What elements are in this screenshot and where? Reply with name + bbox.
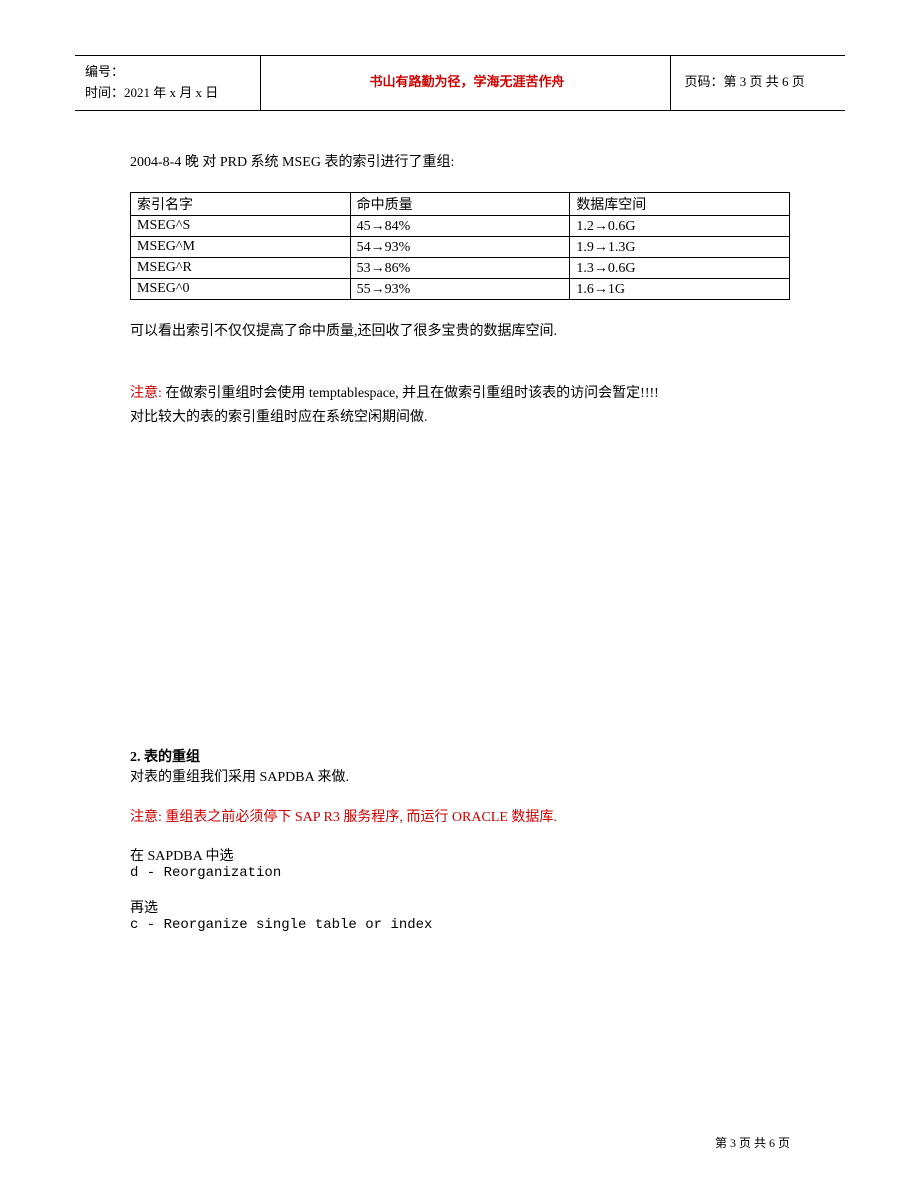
arrow-icon: →: [594, 238, 608, 254]
cell-hit: 54→93%: [350, 237, 570, 258]
section2-line1: 对表的重组我们采用 SAPDBA 来做.: [130, 766, 790, 790]
step1-intro: 在 SAPDBA 中选: [130, 845, 790, 865]
col-header-name: 索引名字: [131, 193, 351, 216]
header-time-label: 时间：2021 年 x 月 x 日: [85, 85, 218, 100]
step2-command: c - Reorganize single table or index: [130, 917, 790, 933]
section2-heading: 2. 表的重组: [130, 746, 790, 766]
header-id-label: 编号：: [85, 64, 124, 79]
cell-hit: 55→93%: [350, 279, 570, 300]
col-header-hit: 命中质量: [350, 193, 570, 216]
index-reorg-table: 索引名字 命中质量 数据库空间 MSEG^S 45→84% 1.2→0.6G M…: [130, 192, 790, 300]
arrow-icon: →: [371, 280, 385, 296]
table-header-row: 索引名字 命中质量 数据库空间: [131, 193, 790, 216]
arrow-icon: →: [371, 238, 385, 254]
arrow-icon: →: [371, 259, 385, 275]
arrow-icon: →: [594, 280, 608, 296]
header-left-cell: 编号： 时间：2021 年 x 月 x 日: [75, 56, 260, 111]
table-row: MSEG^M 54→93% 1.9→1.3G: [131, 237, 790, 258]
note-label: 注意:: [130, 386, 162, 401]
cell-name: MSEG^0: [131, 279, 351, 300]
cell-space: 1.6→1G: [570, 279, 790, 300]
note-label: 注意:: [130, 810, 162, 825]
header-title: 书山有路勤为径，学海无涯苦作舟: [260, 56, 670, 111]
section2-note: 注意: 重组表之前必须停下 SAP R3 服务程序, 而运行 ORACLE 数据…: [130, 806, 790, 830]
intro-paragraph: 2004-8-4 晚 对 PRD 系统 MSEG 表的索引进行了重组:: [130, 151, 790, 175]
cell-hit: 53→86%: [350, 258, 570, 279]
table-row: MSEG^R 53→86% 1.3→0.6G: [131, 258, 790, 279]
note1-line1: 在做索引重组时会使用 temptablespace, 并且在做索引重组时该表的访…: [162, 386, 659, 401]
cell-name: MSEG^M: [131, 237, 351, 258]
cell-name: MSEG^S: [131, 216, 351, 237]
page-footer: 第 3 页 共 6 页: [715, 1134, 790, 1151]
cell-name: MSEG^R: [131, 258, 351, 279]
after-table-paragraph: 可以看出索引不仅仅提高了命中质量,还回收了很多宝贵的数据库空间.: [130, 320, 790, 344]
col-header-space: 数据库空间: [570, 193, 790, 216]
cell-space: 1.9→1.3G: [570, 237, 790, 258]
section-2: 2. 表的重组 对表的重组我们采用 SAPDBA 来做. 注意: 重组表之前必须…: [130, 746, 790, 934]
table-row: MSEG^S 45→84% 1.2→0.6G: [131, 216, 790, 237]
note1-line2: 对比较大的表的索引重组时应在系统空闲期间做.: [130, 410, 428, 425]
document-body: 2004-8-4 晚 对 PRD 系统 MSEG 表的索引进行了重组: 索引名字…: [75, 151, 845, 934]
table-row: MSEG^0 55→93% 1.6→1G: [131, 279, 790, 300]
arrow-icon: →: [594, 217, 608, 233]
section2-note-text: 重组表之前必须停下 SAP R3 服务程序, 而运行 ORACLE 数据库.: [162, 810, 557, 825]
header-page-label: 页码：第 3 页 共 6 页: [670, 56, 845, 111]
step1-command: d - Reorganization: [130, 865, 790, 881]
arrow-icon: →: [371, 217, 385, 233]
note1-paragraph: 注意: 在做索引重组时会使用 temptablespace, 并且在做索引重组时…: [130, 382, 790, 430]
cell-space: 1.2→0.6G: [570, 216, 790, 237]
arrow-icon: →: [594, 259, 608, 275]
step2-intro: 再选: [130, 897, 790, 917]
cell-space: 1.3→0.6G: [570, 258, 790, 279]
document-header: 编号： 时间：2021 年 x 月 x 日 书山有路勤为径，学海无涯苦作舟 页码…: [75, 55, 845, 111]
cell-hit: 45→84%: [350, 216, 570, 237]
